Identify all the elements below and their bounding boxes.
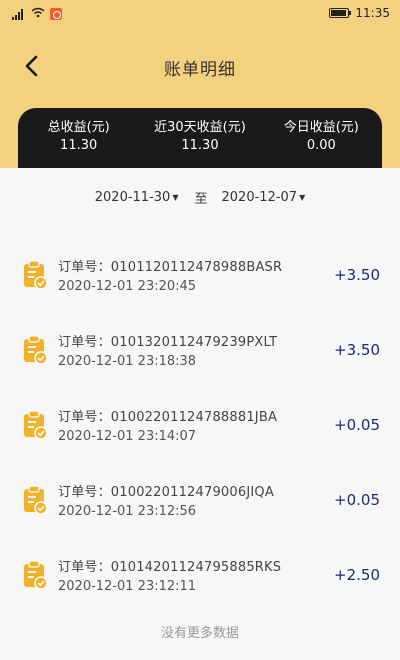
clipboard-check-icon [24,260,48,290]
stat-today: 今日收益(元) 0.00 [261,108,382,168]
order-number: 订单号：0101320112479239PXLT [58,335,278,350]
stat-value: 11.30 [181,138,219,153]
no-more-data-text: 没有更多数据 [160,626,239,641]
date-separator: 至 [194,192,208,207]
order-time: 2020-12-01 23:14:07 [58,429,197,444]
stat-30-days: 近30天收益(元) 11.30 [139,108,260,168]
signal-icon [12,8,26,20]
date-range: 2020-11-30 ▼ 至 2020-12-07 ▼ [0,188,400,207]
content-area: 2020-11-30 ▼ 至 2020-12-07 ▼ 订单号：01011201… [0,168,400,660]
list-item[interactable]: 订单号：01014201124795885RKS 2020-12-01 23:1… [0,548,400,608]
order-number: 订单号：0101120112478988BASR [58,260,283,275]
order-amount: +3.50 [334,341,380,359]
order-time: 2020-12-01 23:18:38 [58,354,197,369]
list-item[interactable]: 订单号：0100220112479006JIQA 2020-12-01 23:1… [0,473,400,533]
stat-label: 今日收益(元) [283,120,359,135]
order-amount: +0.05 [334,416,380,434]
list-item[interactable]: 订单号：01002201124788881JBA 2020-12-01 23:1… [0,398,400,458]
status-time: 11:35 [355,6,390,20]
order-amount: +2.50 [334,566,380,584]
clipboard-check-icon [24,560,48,590]
order-number: 订单号：01014201124795885RKS [58,560,282,575]
stat-value: 0.00 [306,138,336,153]
stat-total: 总收益(元) 11.30 [18,108,139,168]
clipboard-check-icon [24,410,48,440]
notification-app-icon [50,7,62,20]
clipboard-check-icon [24,485,48,515]
wifi-icon [31,7,45,20]
start-date-picker[interactable]: 2020-11-30 ▼ [95,190,179,205]
end-date-value: 2020-12-07 [221,190,298,205]
start-date-value: 2020-11-30 [94,190,171,205]
stat-value: 11.30 [60,138,98,153]
order-number: 订单号：0100220112479006JIQA [58,485,274,500]
caret-down-icon: ▼ [172,193,179,202]
stat-label: 总收益(元) [47,120,110,135]
clipboard-check-icon [24,335,48,365]
order-number: 订单号：01002201124788881JBA [58,410,278,425]
page-title: 账单明细 [164,60,236,80]
order-time: 2020-12-01 23:12:56 [58,504,197,519]
stats-card: 总收益(元) 11.30 近30天收益(元) 11.30 今日收益(元) 0.0… [18,108,382,168]
stat-label: 近30天收益(元) [154,120,246,135]
battery-icon [329,8,352,18]
status-bar: 11:35 [0,0,400,30]
caret-down-icon: ▼ [299,193,306,202]
order-amount: +0.05 [334,491,380,509]
order-amount: +3.50 [334,266,380,284]
end-date-picker[interactable]: 2020-12-07 ▼ [222,190,306,205]
order-time: 2020-12-01 23:12:11 [58,579,197,594]
order-time: 2020-12-01 23:20:45 [58,279,197,294]
list-item[interactable]: 订单号：0101320112479239PXLT 2020-12-01 23:1… [0,323,400,383]
list-item[interactable]: 订单号：0101120112478988BASR 2020-12-01 23:2… [0,248,400,308]
